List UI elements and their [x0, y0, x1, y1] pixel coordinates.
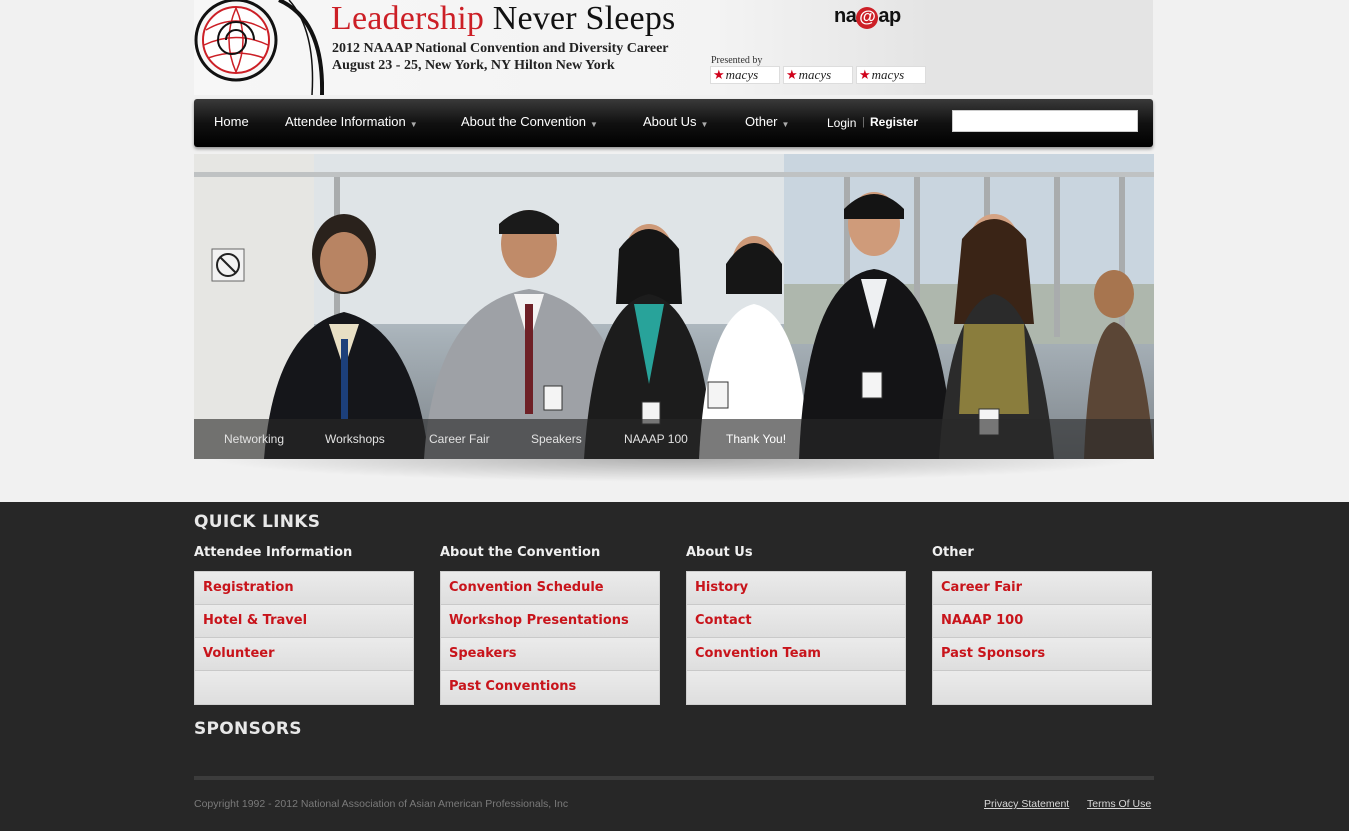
quick-link-career-fair[interactable]: Career Fair	[933, 572, 1151, 605]
quick-link-past-conventions[interactable]: Past Conventions	[441, 671, 659, 704]
convention-subtitle: 2012 NAAAP National Convention and Diver…	[332, 41, 669, 56]
slide-tab-career-fair[interactable]: Career Fair	[429, 432, 490, 446]
hero-shadow	[205, 458, 1145, 482]
naaap-logo-at: @	[856, 7, 879, 29]
slide-tab-networking[interactable]: Networking	[224, 432, 284, 446]
quick-links-heading: QUICK LINKS	[194, 512, 321, 532]
naaap-logo[interactable]: na @ ap	[834, 5, 901, 29]
main-nav: Home Attendee Information ▼ About the Con…	[194, 99, 1153, 147]
quick-link-convention-team[interactable]: Convention Team	[687, 638, 905, 671]
terms-of-use-link[interactable]: Terms Of Use	[1087, 798, 1151, 810]
naaap-logo-right: ap	[878, 5, 901, 27]
convention-date-location: August 23 - 25, New York, NY Hilton New …	[332, 58, 615, 73]
quick-link-empty	[195, 671, 413, 704]
quick-link-empty	[687, 671, 905, 704]
site-header: Leadership Never Sleeps 2012 NAAAP Natio…	[194, 0, 1153, 95]
quick-link-hotel-travel[interactable]: Hotel & Travel	[195, 605, 413, 638]
quick-links-list: Registration Hotel & Travel Volunteer	[194, 571, 414, 705]
quick-links-column-about-the-convention: About the Convention Convention Schedule…	[440, 545, 660, 705]
column-title: About the Convention	[440, 545, 601, 560]
presenting-sponsor-logos: ★ macys ★ macys ★ macys	[710, 66, 926, 84]
slide-tab-speakers[interactable]: Speakers	[531, 432, 582, 446]
macys-logo[interactable]: ★ macys	[856, 66, 926, 84]
column-title: Attendee Information	[194, 545, 353, 560]
nav-item-about-the-convention[interactable]: About the Convention ▼	[461, 114, 598, 129]
copyright-text: Copyright 1992 - 2012 National Associati…	[194, 798, 569, 810]
dropdown-arrow-icon: ▼	[781, 120, 790, 129]
quick-links-list: History Contact Convention Team	[686, 571, 906, 705]
site-title: Leadership Never Sleeps	[331, 0, 675, 38]
nav-item-label: Other	[745, 114, 778, 129]
nav-item-about-us[interactable]: About Us ▼	[643, 114, 708, 129]
dropdown-arrow-icon: ▼	[590, 120, 598, 129]
footer-divider	[194, 776, 1154, 780]
macys-logo-text: macys	[725, 67, 759, 82]
slide-tab-workshops[interactable]: Workshops	[325, 432, 385, 446]
title-leadership: Leadership	[331, 0, 485, 37]
macys-logo[interactable]: ★ macys	[710, 66, 780, 84]
quick-link-registration[interactable]: Registration	[195, 572, 413, 605]
slide-tab-thank-you[interactable]: Thank You!	[726, 432, 786, 446]
quick-links-list: Convention Schedule Workshop Presentatio…	[440, 571, 660, 705]
macys-logo[interactable]: ★ macys	[783, 66, 853, 84]
presented-by-label: Presented by	[711, 55, 763, 66]
quick-link-naaap-100[interactable]: NAAAP 100	[933, 605, 1151, 638]
slide-tab-naaap-100[interactable]: NAAAP 100	[624, 432, 688, 446]
search-input[interactable]	[952, 110, 1138, 132]
dropdown-arrow-icon: ▼	[700, 120, 709, 129]
column-title: About Us	[686, 545, 753, 560]
macys-logo-text: macys	[798, 67, 832, 82]
register-link[interactable]: Register	[870, 115, 918, 129]
star-icon: ★	[786, 67, 798, 82]
quick-link-volunteer[interactable]: Volunteer	[195, 638, 413, 671]
nav-item-label: Attendee Information	[285, 114, 406, 129]
star-icon: ★	[713, 67, 725, 82]
hero-slideshow[interactable]: Networking Workshops Career Fair Speaker…	[194, 154, 1154, 459]
nav-item-attendee-information[interactable]: Attendee Information ▼	[285, 114, 418, 129]
nav-separator: |	[862, 116, 865, 128]
quick-link-history[interactable]: History	[687, 572, 905, 605]
hero-photo	[194, 154, 1154, 459]
nav-item-label: Home	[214, 114, 249, 129]
column-title: Other	[932, 545, 974, 560]
quick-link-workshop-presentations[interactable]: Workshop Presentations	[441, 605, 659, 638]
login-link[interactable]: Login	[827, 116, 856, 130]
dropdown-arrow-icon: ▼	[409, 120, 418, 129]
nav-item-label: About the Convention	[461, 114, 587, 129]
quick-links-column-about-us: About Us History Contact Convention Team	[686, 545, 906, 705]
quick-link-empty	[933, 671, 1151, 704]
privacy-statement-link[interactable]: Privacy Statement	[984, 798, 1069, 810]
nav-item-home[interactable]: Home	[214, 114, 249, 129]
star-icon: ★	[859, 67, 871, 82]
naaap-logo-left: na	[834, 5, 857, 27]
quick-links-list: Career Fair NAAAP 100 Past Sponsors	[932, 571, 1152, 705]
sponsors-heading: SPONSORS	[194, 719, 302, 739]
nav-item-label: About Us	[643, 114, 697, 129]
quick-links-column-attendee-information: Attendee Information Registration Hotel …	[194, 545, 414, 705]
convention-logo[interactable]	[194, 0, 324, 95]
quick-link-past-sponsors[interactable]: Past Sponsors	[933, 638, 1151, 671]
macys-logo-text: macys	[871, 67, 905, 82]
nav-item-other[interactable]: Other ▼	[745, 114, 789, 129]
quick-link-convention-schedule[interactable]: Convention Schedule	[441, 572, 659, 605]
title-never-sleeps: Never Sleeps	[484, 0, 676, 37]
quick-link-speakers[interactable]: Speakers	[441, 638, 659, 671]
quick-links-column-other: Other Career Fair NAAAP 100 Past Sponsor…	[932, 545, 1152, 705]
quick-link-contact[interactable]: Contact	[687, 605, 905, 638]
